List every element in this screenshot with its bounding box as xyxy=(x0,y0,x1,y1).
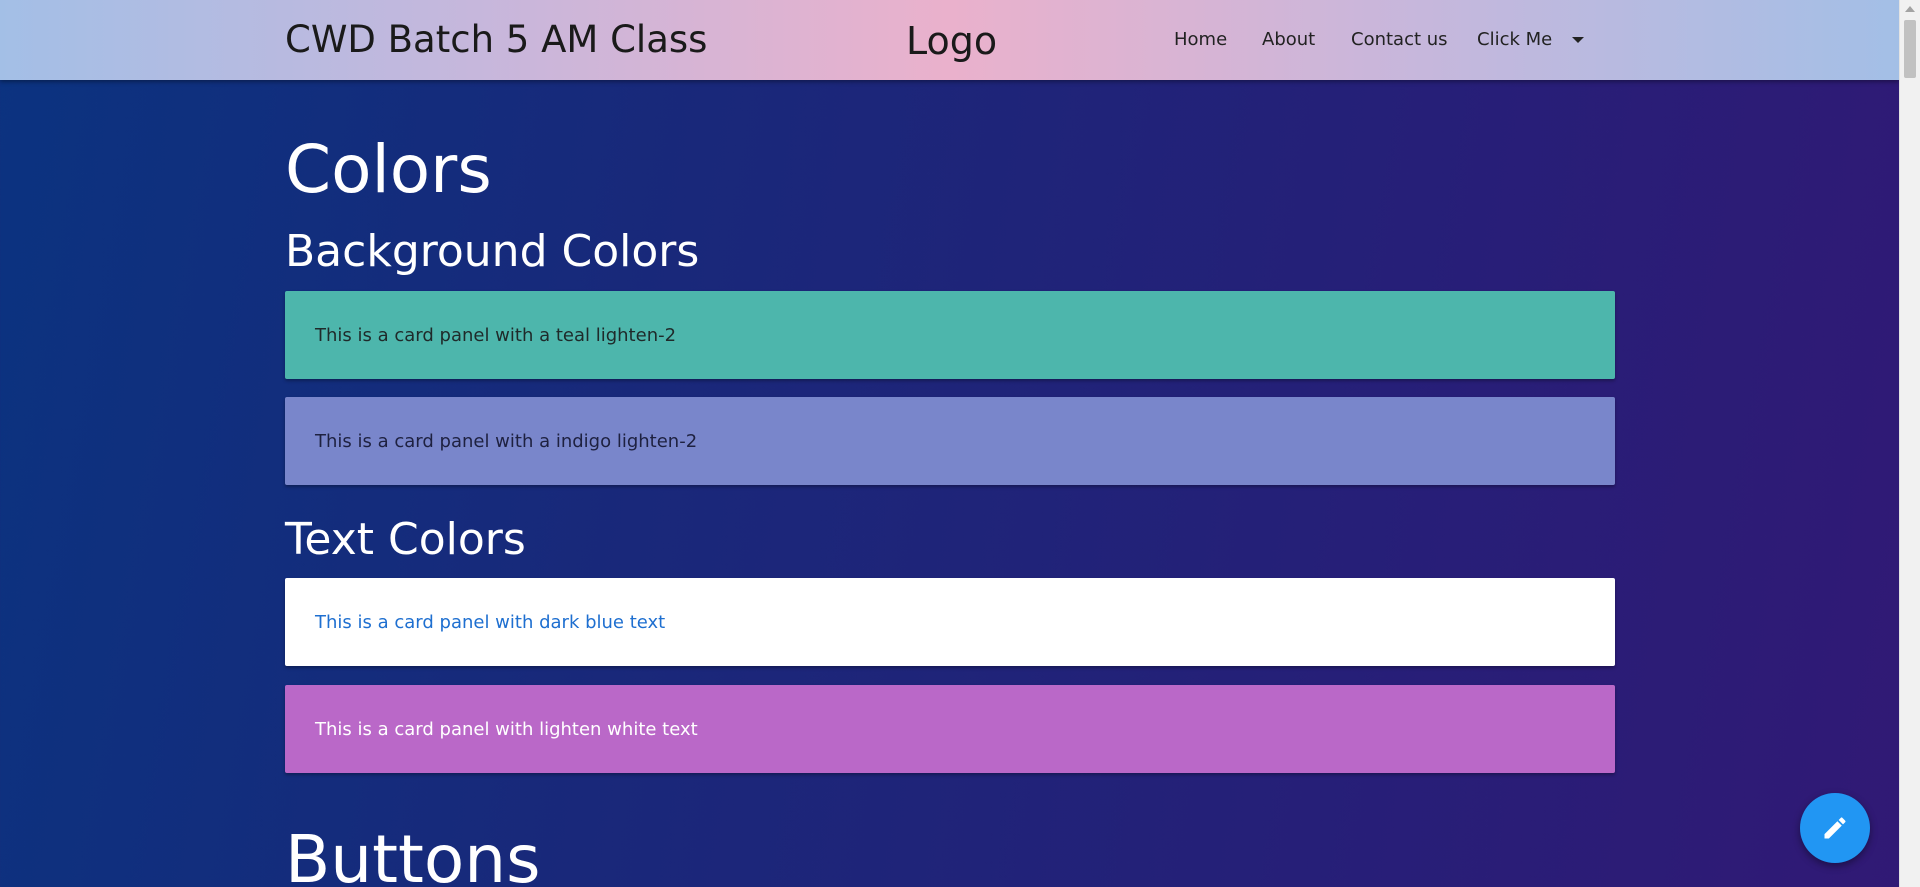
logo[interactable]: Logo xyxy=(906,19,997,63)
background-colors-heading: Background Colors xyxy=(285,226,700,277)
card-text: This is a card panel with lighten white … xyxy=(315,718,698,740)
nav-contact-link[interactable]: Contact us xyxy=(1351,28,1448,52)
buttons-heading: Buttons xyxy=(285,821,541,887)
pencil-edit-icon xyxy=(1824,817,1846,839)
nav-about-link[interactable]: About xyxy=(1262,28,1315,52)
indigo-card-panel: This is a card panel with a indigo light… xyxy=(285,397,1615,485)
text-colors-heading: Text Colors xyxy=(285,514,526,565)
nav-click-me-dropdown[interactable]: Click Me xyxy=(1477,28,1552,52)
floating-edit-button[interactable] xyxy=(1800,793,1870,863)
scroll-up-arrow-icon[interactable] xyxy=(1905,6,1915,12)
navbar: CWD Batch 5 AM Class Logo Home About Con… xyxy=(0,0,1899,80)
card-text: This is a card panel with a indigo light… xyxy=(315,430,698,452)
white-text-card-panel: This is a card panel with lighten white … xyxy=(285,685,1615,773)
dark-blue-text-card-panel: This is a card panel with dark blue text xyxy=(285,578,1615,666)
caret-down-icon[interactable] xyxy=(1572,37,1584,43)
nav-home-link[interactable]: Home xyxy=(1174,28,1227,52)
brand-title[interactable]: CWD Batch 5 AM Class xyxy=(285,18,707,62)
page-title: Colors xyxy=(285,131,492,208)
card-text: This is a card panel with a teal lighten… xyxy=(315,324,677,346)
card-text: This is a card panel with dark blue text xyxy=(315,611,666,633)
vertical-scrollbar[interactable] xyxy=(1899,0,1920,887)
scrollbar-thumb[interactable] xyxy=(1904,20,1916,78)
teal-card-panel: This is a card panel with a teal lighten… xyxy=(285,291,1615,379)
